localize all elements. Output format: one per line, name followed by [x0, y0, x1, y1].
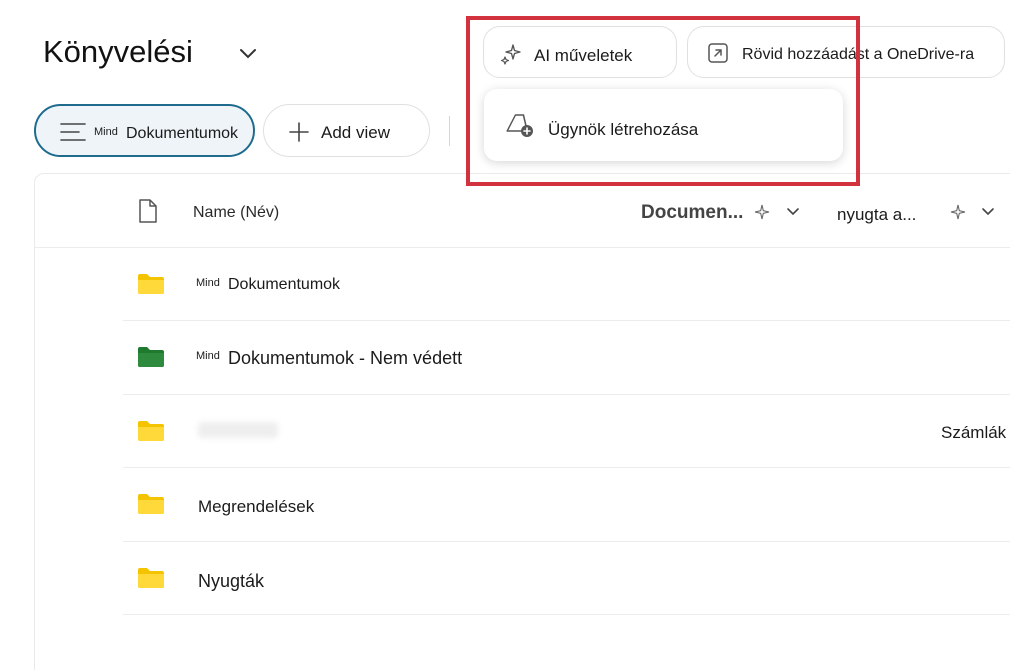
file-type-icon[interactable]: [137, 198, 159, 229]
list-icon: [60, 121, 86, 148]
folder-icon: [137, 273, 165, 295]
create-agent-menu-item[interactable]: Ügynök létrehozása: [548, 120, 698, 140]
row-divider: [123, 320, 1010, 321]
folder-icon: [137, 567, 165, 589]
row-name-redacted[interactable]: [198, 422, 278, 438]
arrow-up-right-icon: [706, 41, 730, 70]
row-prefix: Mind: [196, 350, 220, 362]
row-name-link[interactable]: Megrendelések: [198, 497, 314, 517]
folder-icon: [137, 420, 165, 442]
chevron-down-icon[interactable]: [981, 204, 995, 223]
add-view-label: Add view: [321, 123, 390, 142]
row-divider: [123, 394, 1010, 395]
plus-icon: [288, 121, 310, 148]
column-header-receipts[interactable]: nyugta a...: [837, 205, 916, 225]
chevron-down-icon[interactable]: [786, 204, 800, 223]
row-name-link[interactable]: Dokumentumok - Nem védett: [228, 348, 462, 369]
row-column-value: Számlák: [941, 423, 1007, 442]
column-header-documents[interactable]: Documen...: [641, 202, 743, 224]
add-view-button[interactable]: Add view: [263, 104, 430, 157]
ai-actions-label: AI műveletek: [534, 46, 633, 65]
sparkle-icon: [500, 42, 524, 71]
ai-actions-button[interactable]: AI műveletek: [483, 26, 677, 78]
sparkle-icon: [754, 204, 770, 225]
row-prefix: Mind: [196, 277, 220, 289]
folder-icon: [137, 493, 165, 515]
column-header-name[interactable]: Name (Név): [193, 204, 279, 222]
row-name-link[interactable]: Nyugták: [198, 571, 264, 592]
view-selector-all-documents[interactable]: Mind Dokumentumok: [34, 104, 255, 157]
row-divider: [123, 614, 1010, 615]
row-name-link[interactable]: Dokumentumok: [228, 276, 340, 294]
sparkle-icon: [950, 204, 966, 225]
view-label: Dokumentumok: [126, 125, 239, 142]
row-divider: [123, 467, 1010, 468]
row-divider: [123, 541, 1010, 542]
title-chevron-down-icon[interactable]: [236, 44, 260, 64]
agent-create-icon: [506, 111, 538, 144]
page-title: Könyvelési: [43, 34, 193, 69]
add-shortcut-label: Rövid hozzáadást a OneDrive-ra: [742, 46, 975, 63]
folder-icon: [137, 346, 165, 368]
header-divider: [34, 247, 1010, 248]
view-prefix: Mind: [94, 126, 118, 138]
ai-actions-dropdown: Ügynök létrehozása: [484, 89, 843, 161]
toolbar-divider: [449, 116, 450, 146]
add-shortcut-onedrive-button[interactable]: Rövid hozzáadást a OneDrive-ra: [687, 26, 1005, 78]
